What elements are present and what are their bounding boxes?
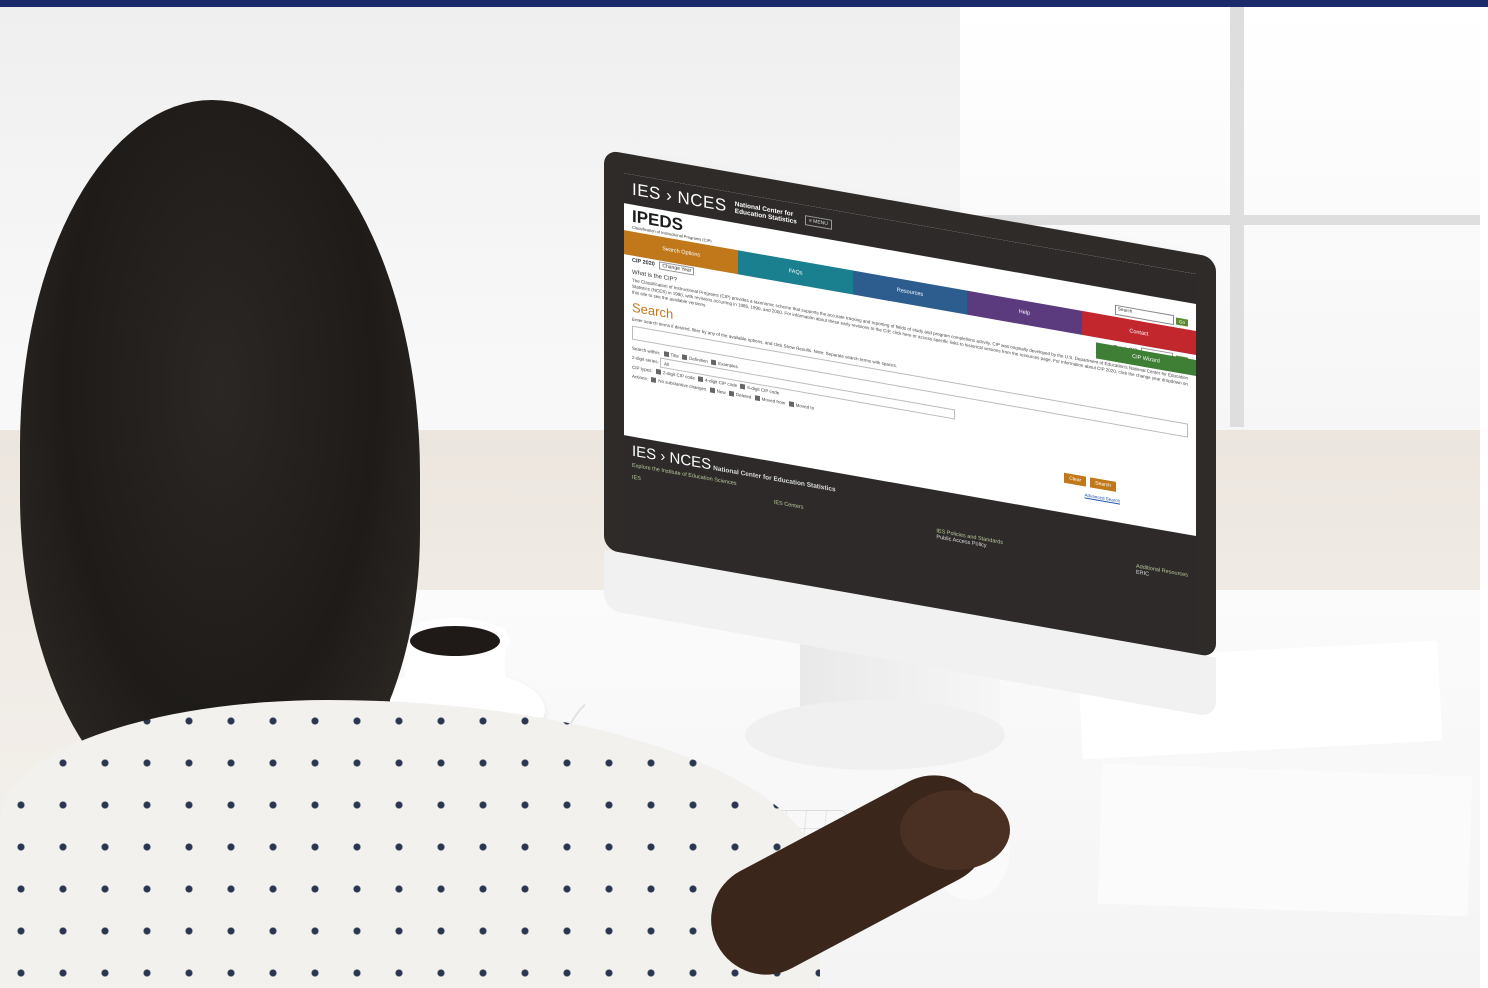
- clear-button[interactable]: Clear: [1064, 472, 1087, 487]
- checkbox-definition[interactable]: [682, 354, 688, 361]
- opt-deleted: Deleted: [735, 391, 752, 400]
- footer-explore: Explore the Institute of Education Scien…: [632, 462, 737, 488]
- checkbox-2-digit[interactable]: [655, 369, 661, 376]
- checkbox-title[interactable]: [663, 351, 669, 358]
- checkbox-deleted[interactable]: [728, 390, 734, 397]
- photo-scene: IES › NCES National Center for Education…: [0, 0, 1488, 988]
- checkbox-new[interactable]: [709, 387, 715, 394]
- actions-label: Actions:: [632, 373, 649, 382]
- window-frame-horizontal: [960, 215, 1480, 225]
- opt-moved-from: Moved from: [761, 396, 786, 406]
- checkbox-4-digit[interactable]: [698, 376, 704, 383]
- top-border: [0, 0, 1488, 7]
- coffee: [410, 626, 500, 656]
- checkbox-moved-from[interactable]: [754, 395, 760, 402]
- checkbox-6-digit[interactable]: [740, 384, 746, 390]
- checkbox-moved-to[interactable]: [788, 401, 794, 408]
- menu-button[interactable]: ≡ MENU: [804, 215, 832, 230]
- checkbox-no-changes[interactable]: [651, 377, 657, 384]
- right-border: [1480, 7, 1488, 988]
- footer-additional: Additional Resources ERIC: [1136, 563, 1188, 584]
- person-hand: [900, 790, 1010, 870]
- opt-moved-to: Moved to: [795, 402, 815, 411]
- paper-sheet: [1097, 763, 1473, 917]
- site-search-go-button[interactable]: Go: [1175, 317, 1188, 327]
- search-buttons: Clear Search: [1064, 472, 1116, 492]
- monitor-base: [745, 700, 1005, 770]
- footer-link-centers[interactable]: IES Centers: [774, 500, 804, 517]
- advanced-search-link[interactable]: Advanced Search: [1084, 492, 1120, 503]
- opt-new: New: [716, 388, 726, 396]
- search-button[interactable]: Search: [1090, 477, 1116, 492]
- opt-title: Title: [670, 352, 679, 359]
- footer-link-eric[interactable]: ERIC: [1136, 569, 1149, 577]
- footer-link-ies[interactable]: IES: [632, 475, 641, 489]
- nces-subtitle: National Center for Education Statistics: [735, 201, 797, 226]
- checkbox-examples[interactable]: [711, 359, 717, 366]
